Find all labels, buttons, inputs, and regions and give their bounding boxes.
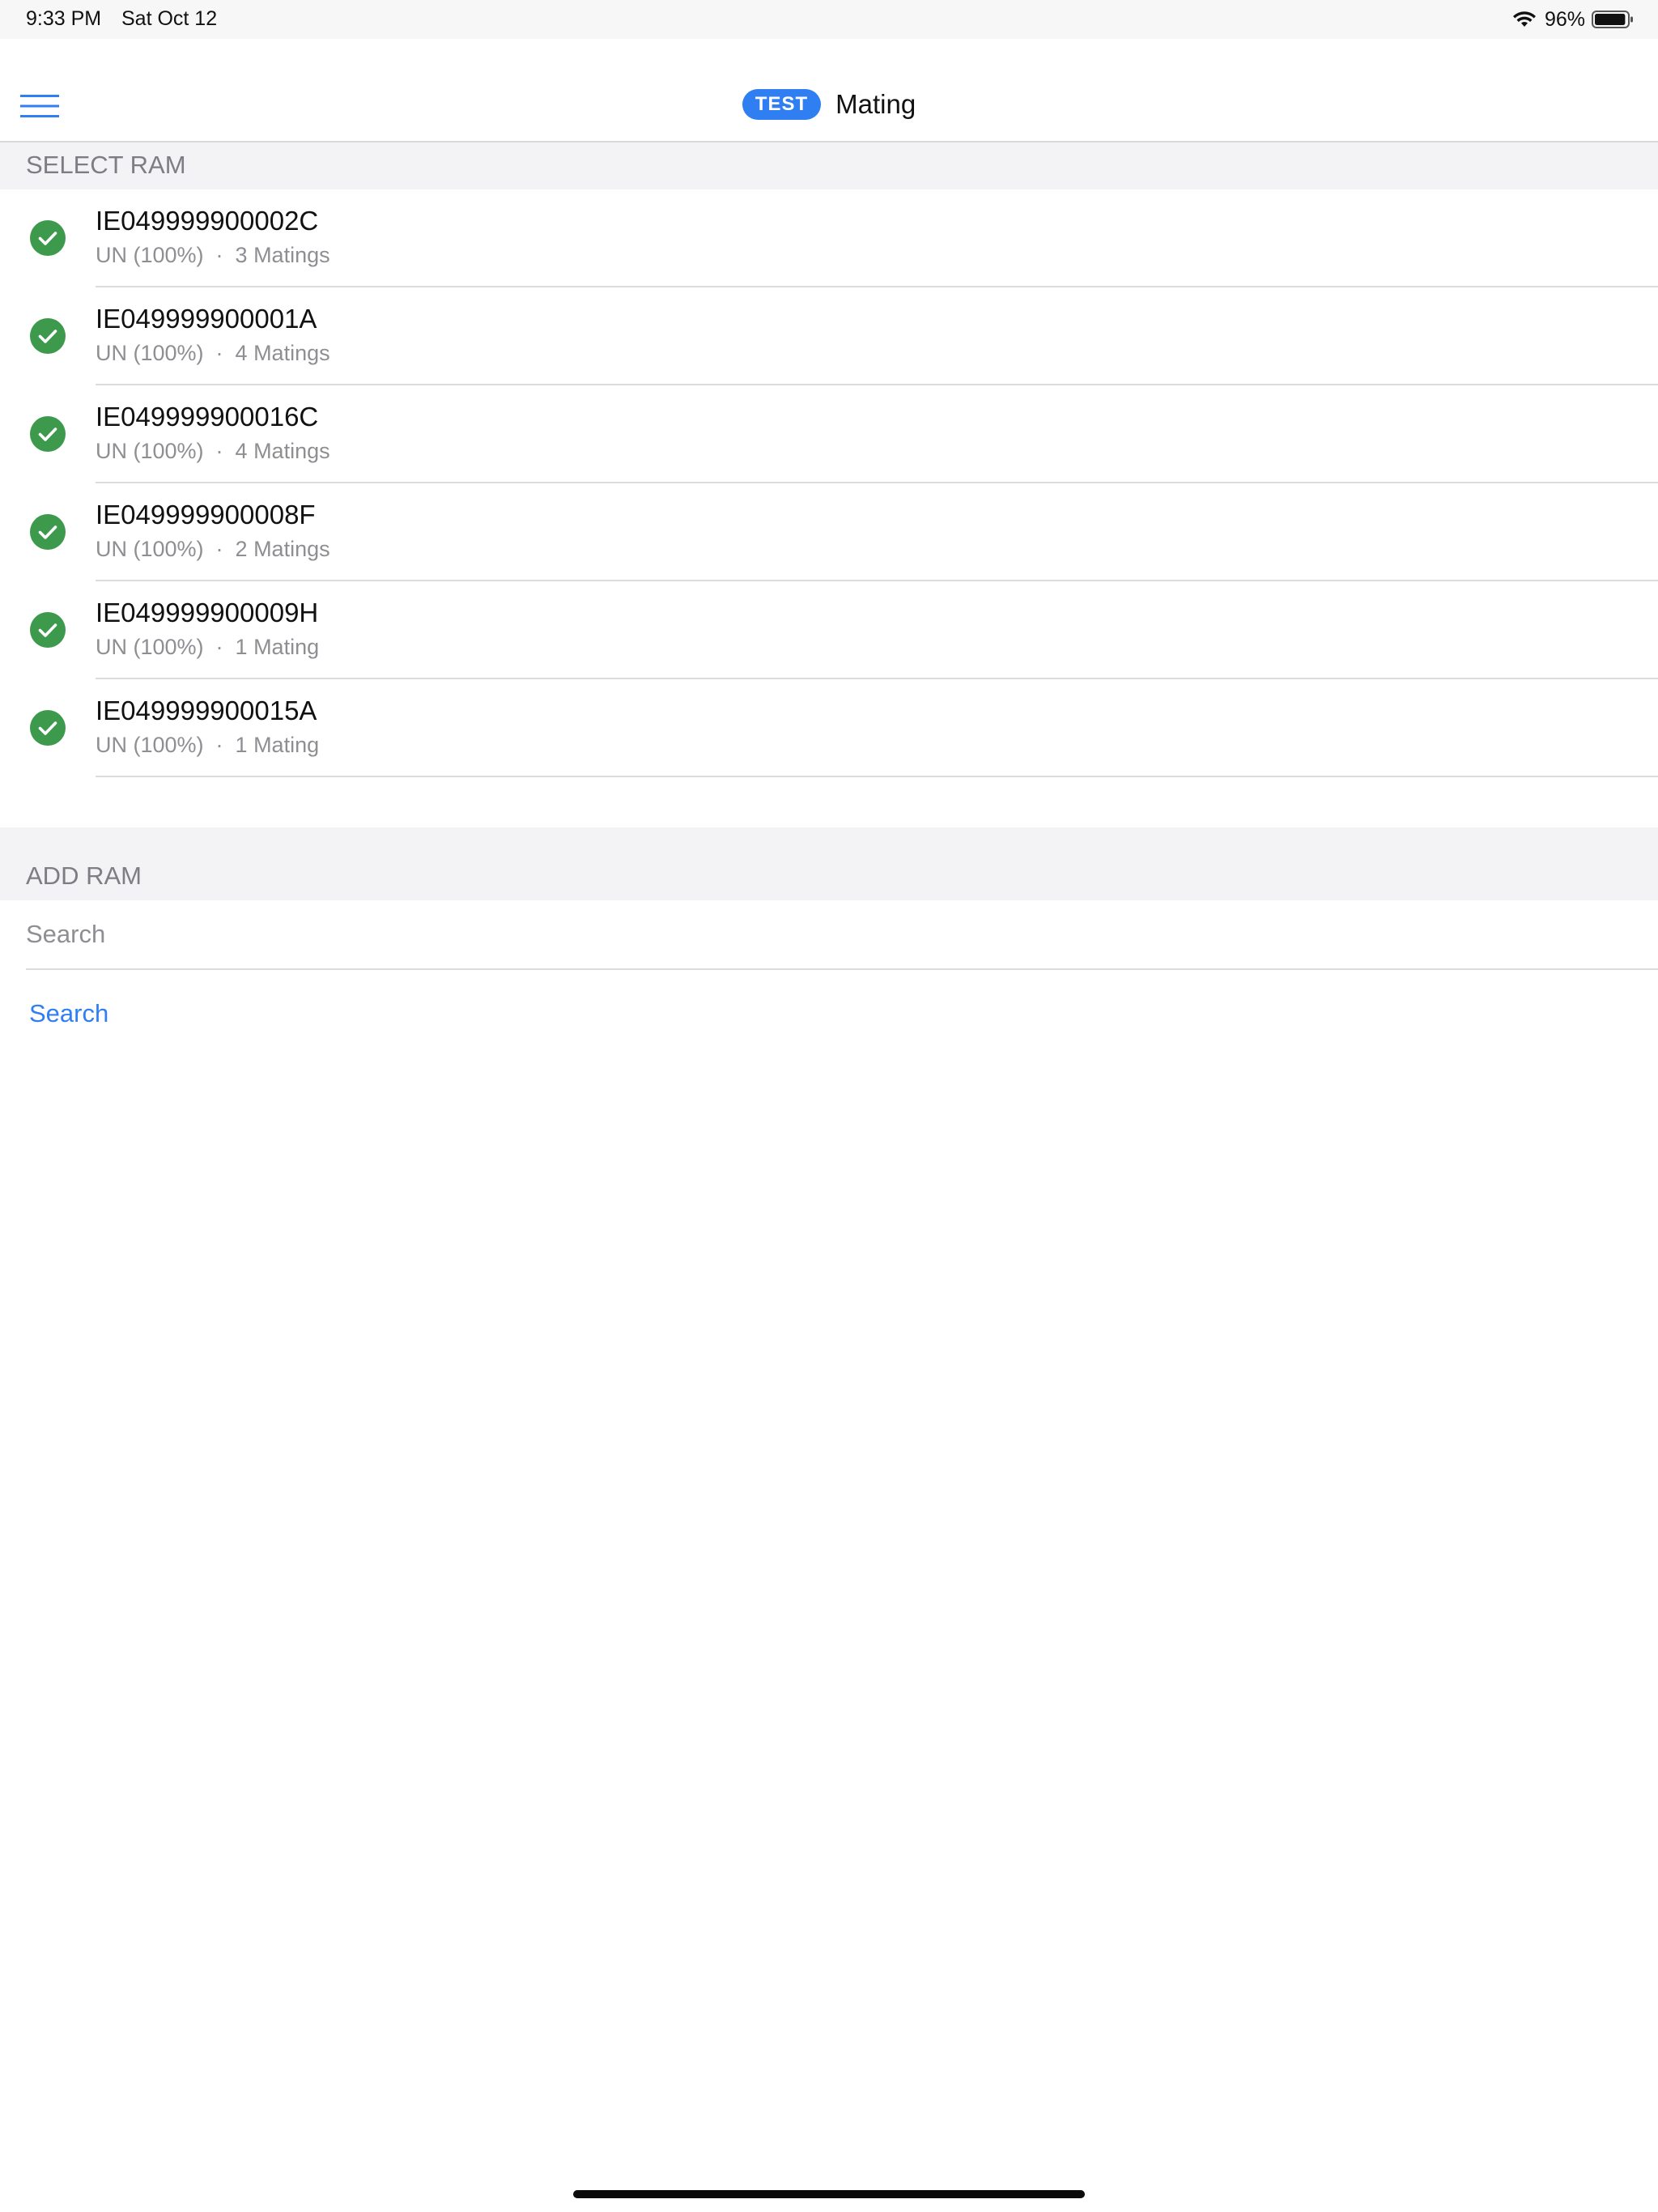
status-indicators: 96%	[1512, 5, 1634, 34]
ram-details: UN (100%) · 3 Matings	[96, 243, 330, 268]
search-button[interactable]: Search	[29, 999, 108, 1028]
select-ram-header: SELECT RAM	[0, 143, 1658, 189]
ram-matings-count: 1 Mating	[235, 635, 320, 659]
ram-details: UN (100%) · 4 Matings	[96, 439, 330, 464]
ram-list-item[interactable]: IE049999900009H UN (100%) · 1 Mating	[0, 581, 1658, 679]
ram-details: UN (100%) · 2 Matings	[96, 537, 330, 562]
meta-separator: ·	[215, 243, 223, 267]
ram-breed: UN (100%)	[96, 341, 204, 365]
ram-details: UN (100%) · 1 Mating	[96, 733, 319, 758]
section-header-label: ADD RAM	[26, 861, 142, 890]
environment-badge: TEST	[742, 89, 822, 120]
battery-icon	[1592, 11, 1633, 28]
checkmark-circle-icon	[30, 220, 66, 256]
ram-breed: UN (100%)	[96, 537, 204, 561]
meta-separator: ·	[215, 537, 223, 561]
meta-separator: ·	[215, 635, 223, 659]
ram-breed: UN (100%)	[96, 635, 204, 659]
ram-tag-id: IE049999900016C	[96, 402, 319, 432]
section-header-label: SELECT RAM	[26, 151, 186, 179]
battery-percent: 96%	[1544, 7, 1585, 31]
checkmark-circle-icon	[30, 612, 66, 648]
status-time: 9:33 PM	[26, 7, 102, 30]
nav-title-group: TEST Mating	[0, 89, 1658, 120]
ram-matings-count: 4 Matings	[235, 439, 330, 463]
ram-tag-id: IE049999900001A	[96, 304, 317, 334]
ram-matings-count: 2 Matings	[235, 537, 330, 561]
ram-breed: UN (100%)	[96, 243, 204, 267]
status-bar: 9:33 PM Sat Oct 12 96%	[0, 0, 1658, 39]
ram-search-input[interactable]	[26, 900, 1658, 970]
meta-separator: ·	[215, 439, 223, 463]
ram-list-item[interactable]: IE049999900002C UN (100%) · 3 Matings	[0, 189, 1658, 287]
ram-list: IE049999900002C UN (100%) · 3 Matings IE0499…	[0, 189, 1658, 777]
ram-list-item[interactable]: IE049999900016C UN (100%) · 4 Matings	[0, 385, 1658, 483]
ram-breed: UN (100%)	[96, 439, 204, 463]
ram-matings-count: 3 Matings	[235, 243, 330, 267]
checkmark-circle-icon	[30, 710, 66, 746]
ram-matings-count: 4 Matings	[235, 341, 330, 365]
page-title: Mating	[835, 89, 916, 119]
ram-matings-count: 1 Mating	[235, 733, 320, 757]
ram-list-item[interactable]: IE049999900001A UN (100%) · 4 Matings	[0, 287, 1658, 385]
checkmark-circle-icon	[30, 416, 66, 452]
row-divider	[96, 776, 1658, 777]
ram-list-item[interactable]: IE049999900008F UN (100%) · 2 Matings	[0, 483, 1658, 581]
meta-separator: ·	[215, 733, 223, 757]
ram-list-item[interactable]: IE049999900015A UN (100%) · 1 Mating	[0, 679, 1658, 777]
ram-tag-id: IE049999900009H	[96, 598, 319, 627]
status-date: Sat Oct 12	[121, 7, 218, 30]
add-ram-header: ADD RAM	[0, 827, 1658, 900]
checkmark-circle-icon	[30, 514, 66, 550]
ram-details: UN (100%) · 4 Matings	[96, 341, 330, 366]
ram-details: UN (100%) · 1 Mating	[96, 635, 319, 660]
navigation-bar: TEST Mating	[0, 39, 1658, 143]
checkmark-circle-icon	[30, 318, 66, 354]
wifi-icon	[1512, 11, 1536, 27]
ram-tag-id: IE049999900015A	[96, 696, 317, 725]
ram-tag-id: IE049999900002C	[96, 206, 319, 236]
app-screen: 9:33 PM Sat Oct 12 96% TEST Mating SELEC…	[0, 0, 1658, 2212]
home-indicator[interactable]	[573, 2190, 1085, 2198]
ram-tag-id: IE049999900008F	[96, 500, 316, 530]
meta-separator: ·	[215, 341, 223, 365]
ram-breed: UN (100%)	[96, 733, 204, 757]
